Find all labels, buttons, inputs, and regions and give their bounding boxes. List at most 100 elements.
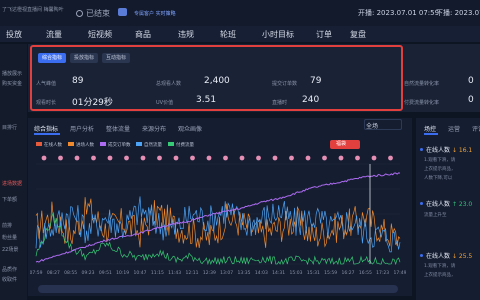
left-sidebar: 播放展示 购买资金 目排行 进场数据 下单额 前排 粉丝量 22场景 品质作 收… [0, 44, 27, 300]
sidebar-text[interactable]: 品质作 [2, 266, 17, 273]
event-marker [239, 155, 245, 161]
nav-item[interactable]: 流量 [46, 29, 62, 40]
x-tick-label: 14:03 [255, 270, 268, 276]
metric-tab[interactable]: 投放指标 [70, 53, 99, 63]
metric-tab[interactable]: 综合指标 [38, 53, 67, 63]
right-tab[interactable]: 评论 [472, 124, 480, 133]
event-marker [157, 155, 162, 161]
live-status: 已结束 [76, 8, 110, 19]
bullet-icon [420, 148, 423, 151]
feed-item[interactable]: 在线人数 ↓ 25.5 [420, 251, 472, 260]
bot-icon [118, 8, 127, 16]
metric-value: 89 [72, 76, 84, 86]
x-tick-label: 15:03 [290, 270, 303, 276]
metric-value: 3.51 [196, 95, 217, 105]
legend-swatch [68, 142, 74, 146]
feed-sub: 1.观看下滑，请 [424, 264, 456, 269]
room-title: 了飞达橙视直播间 梅馨陶叶 [2, 7, 64, 13]
end-time: 下播: 2023.07.0 [436, 9, 480, 17]
x-tick-label: 17:49 [394, 270, 406, 276]
feed-sub: 人数下降,可以 [424, 176, 453, 181]
sidebar-text[interactable]: 目排行 [2, 124, 17, 131]
metric-tab[interactable]: 互动指标 [102, 53, 131, 63]
x-tick-label: 13:07 [220, 270, 233, 276]
feed-sub: 上衣提示商品， [424, 273, 456, 278]
metric-label: 总观看人数 [156, 81, 182, 87]
event-marker [190, 155, 195, 161]
nav-item[interactable]: 短视频 [88, 29, 112, 40]
nav-item[interactable]: 复盘 [350, 29, 366, 40]
event-marker [355, 155, 360, 161]
event-marker [388, 155, 393, 161]
legend-swatch [36, 142, 42, 146]
x-tick-label: 12:39 [203, 270, 216, 276]
status-icon [76, 10, 83, 17]
chart-tab[interactable]: 综合指标 [34, 124, 58, 133]
event-marker [289, 155, 294, 161]
series-line-0 [35, 197, 401, 248]
x-tick-label: 07:59 [30, 270, 43, 276]
metric-value: 0 [468, 76, 474, 86]
status-label: 已结束 [86, 9, 110, 18]
x-tick-label: 09:23 [82, 270, 95, 276]
sidebar-text[interactable]: 下单额 [2, 196, 17, 203]
feed-item[interactable]: 在线人数 ↓ 16.1 [420, 145, 472, 154]
event-marker [91, 155, 96, 161]
legend-item[interactable]: 进场人数 [68, 142, 94, 148]
chart-tab[interactable]: 来源分布 [142, 124, 166, 133]
sidebar-text[interactable]: 进场数据 [2, 180, 22, 187]
feed-sub: 1.观看下滑，请 [424, 158, 456, 163]
sidebar-text[interactable]: 22场景 [2, 246, 18, 253]
chart-tab[interactable]: 观众画像 [178, 124, 202, 133]
nav-item[interactable]: 投放 [6, 29, 22, 40]
legend-item[interactable]: 付费流量 [168, 142, 194, 148]
event-marker [256, 155, 261, 161]
nav-item[interactable]: 轮班 [220, 29, 236, 40]
event-marker [338, 155, 344, 161]
legend-swatch [100, 142, 106, 146]
legend-swatch [168, 142, 174, 146]
sidebar-text[interactable]: 前排 [2, 222, 12, 229]
top-bar: 了飞达橙视直播间 梅馨陶叶 已结束 专属客户 实时策略 开播: 2023.07.… [0, 0, 480, 26]
feed-item[interactable]: 在线人数 ↑ 23.0 [420, 199, 472, 208]
nav-item[interactable]: 商品 [135, 29, 151, 40]
event-marker [305, 155, 311, 161]
sidebar-text[interactable]: 收取件 [2, 276, 17, 283]
right-tab[interactable]: 场控 [424, 124, 436, 133]
sidebar-text[interactable]: 播放展示 [2, 70, 22, 77]
event-marker [140, 155, 146, 161]
nav-item[interactable]: 小时目标 [262, 29, 294, 40]
nav-item[interactable]: 订单 [316, 29, 332, 40]
sidebar-text[interactable]: 粉丝量 [2, 234, 17, 241]
active-tab-indicator [424, 133, 438, 135]
legend-item[interactable]: 自然流量 [136, 142, 162, 148]
x-tick-label: 11:15 [151, 270, 164, 276]
metric-value: 01分29秒 [72, 98, 113, 108]
x-tick-label: 13:35 [238, 270, 251, 276]
x-tick-label: 10:19 [116, 270, 129, 276]
legend-item[interactable]: 在线人数 [36, 142, 62, 148]
bullet-icon [420, 254, 423, 257]
event-marker [272, 155, 278, 161]
x-tick-label: 17:23 [376, 270, 389, 276]
event-marker [223, 155, 228, 161]
sidebar-text[interactable]: 购买资金 [2, 80, 22, 87]
chart-tab[interactable]: 用户分析 [70, 124, 94, 133]
legend-item[interactable]: 成交订单数 [100, 142, 131, 148]
series-line-1 [35, 196, 401, 253]
metric-value: 79 [310, 76, 322, 86]
x-tick-label: 11:43 [168, 270, 181, 276]
metric-label: 观看时长 [36, 100, 57, 106]
scope-select-value: 全场 [366, 123, 379, 130]
metric-label: UV价值 [156, 100, 174, 106]
lucky-bag-button[interactable]: 福袋 [330, 140, 360, 149]
right-tab[interactable]: 运营 [448, 124, 460, 133]
metric-label: 自然流量转化率 [404, 81, 440, 87]
nav-item[interactable]: 违规 [178, 29, 194, 40]
event-marker [58, 155, 63, 161]
event-marker [206, 155, 212, 161]
chart-tab[interactable]: 整体流量 [106, 124, 130, 133]
event-marker [107, 155, 113, 161]
chart-scrollbar[interactable] [38, 285, 398, 293]
bot-text[interactable]: 专属客户 实时策略 [134, 10, 176, 17]
